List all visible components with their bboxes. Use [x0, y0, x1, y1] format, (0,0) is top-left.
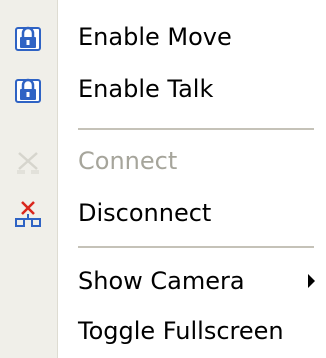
- disconnect-icon: [14, 200, 42, 228]
- menu-item-connect[interactable]: Connect: [0, 136, 326, 188]
- connect-icon: [14, 148, 42, 176]
- menu-item-disconnect[interactable]: Disconnect: [0, 188, 326, 240]
- menu-item-show-camera[interactable]: Show Camera: [0, 256, 326, 308]
- menu-item-enable-talk[interactable]: Enable Talk: [0, 64, 326, 116]
- submenu-arrow-icon: [308, 274, 315, 288]
- menu-separator: [78, 128, 314, 130]
- lock-icon: [14, 76, 42, 104]
- menu-item-label: Toggle Fullscreen: [78, 317, 284, 345]
- lock-icon: [14, 24, 42, 52]
- menu-item-label: Disconnect: [78, 199, 212, 227]
- menu-item-enable-move[interactable]: Enable Move: [0, 12, 326, 64]
- menu-item-label: Enable Talk: [78, 75, 214, 103]
- menu-item-label: Show Camera: [78, 267, 245, 295]
- menu-item-label: Connect: [78, 147, 178, 175]
- menu-item-label: Enable Move: [78, 23, 232, 51]
- menu-separator: [78, 246, 314, 248]
- menu-item-toggle-fullscreen[interactable]: Toggle Fullscreen: [0, 306, 326, 358]
- context-menu: Enable Move Enable Talk Connect Disconne…: [0, 0, 326, 358]
